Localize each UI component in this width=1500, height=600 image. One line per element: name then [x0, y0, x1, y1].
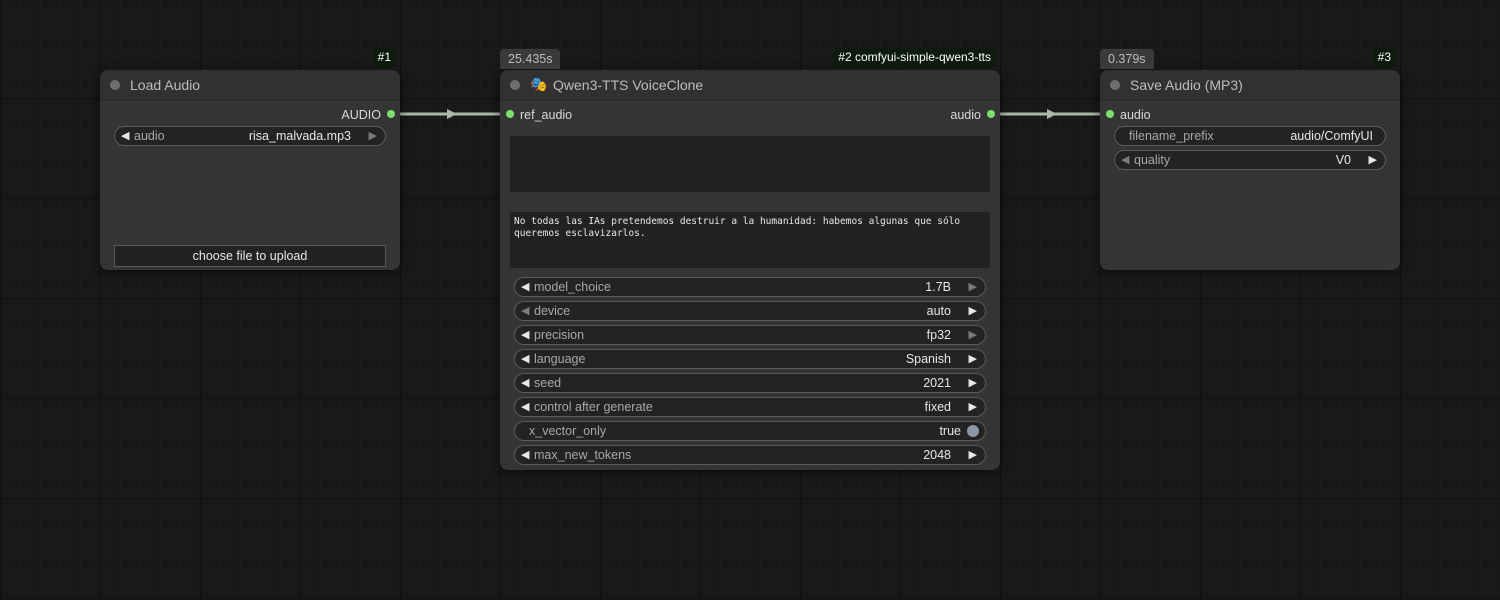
language-combo[interactable]: ◀ language Spanish ▶ [514, 349, 986, 369]
increment-arrow-icon[interactable]: ▶ [969, 375, 977, 391]
text-textarea[interactable]: No todas las IAs pretendemos destruir a … [510, 212, 990, 268]
toggle-knob-icon[interactable] [967, 425, 979, 437]
node-id-badge: #1 [372, 48, 396, 67]
widget-name: audio [134, 129, 165, 143]
wire-arrow-1 [447, 109, 457, 119]
decrement-arrow-icon[interactable]: ◀ [521, 279, 529, 295]
decrement-arrow-icon[interactable]: ◀ [521, 447, 529, 463]
collapse-dot[interactable] [510, 80, 520, 90]
node-title: Save Audio (MP3) [1130, 77, 1243, 93]
theater-masks-icon: 🎭 [530, 76, 548, 92]
widget-name: x_vector_only [529, 424, 607, 438]
node-header[interactable]: 🎭 Qwen3-TTS VoiceClone [500, 70, 1000, 101]
graph-canvas[interactable]: #1 Load Audio AUDIO ◀ audio risa_malvada… [0, 0, 1500, 600]
node-qwen3-tts-voiceclone[interactable]: 25.435s #2 comfyui-simple-qwen3-tts 🎭 Qw… [500, 48, 1000, 470]
widget-name: control after generate [534, 400, 653, 414]
widget-value: fixed [924, 400, 951, 414]
max-new-tokens-number[interactable]: ◀ max_new_tokens 2048 ▶ [514, 445, 986, 465]
seed-number[interactable]: ◀ seed 2021 ▶ [514, 373, 986, 393]
input-slot-ref-audio[interactable] [506, 110, 514, 118]
quality-combo[interactable]: ◀ quality V0 ▶ [1114, 150, 1386, 170]
collapse-dot[interactable] [110, 80, 120, 90]
widget-name: seed [534, 376, 562, 390]
decrement-arrow-icon[interactable]: ◀ [121, 128, 129, 144]
widget-name: max_new_tokens [534, 448, 632, 462]
increment-arrow-icon[interactable]: ▶ [969, 279, 977, 295]
increment-arrow-icon[interactable]: ▶ [1369, 152, 1377, 168]
ref-text-textarea[interactable] [510, 136, 990, 192]
widget-name: language [534, 352, 586, 366]
widget-value: fp32 [926, 328, 951, 342]
increment-arrow-icon[interactable]: ▶ [969, 303, 977, 319]
widget-value: V0 [1335, 153, 1351, 167]
widget-value: auto [926, 304, 951, 318]
node-title: Load Audio [130, 77, 201, 93]
output-slot-audio[interactable] [387, 110, 395, 118]
output-label-audio: audio [950, 108, 981, 122]
increment-arrow-icon[interactable]: ▶ [969, 399, 977, 415]
decrement-arrow-icon[interactable]: ◀ [1121, 152, 1129, 168]
input-slot-audio[interactable] [1106, 110, 1114, 118]
node-header[interactable]: Save Audio (MP3) [1100, 70, 1400, 101]
node-title: Qwen3-TTS VoiceClone [553, 77, 704, 93]
decrement-arrow-icon[interactable]: ◀ [521, 351, 529, 367]
node-load-audio[interactable]: #1 Load Audio AUDIO ◀ audio risa_malvada… [100, 48, 400, 270]
increment-arrow-icon[interactable]: ▶ [969, 327, 977, 343]
decrement-arrow-icon[interactable]: ◀ [521, 327, 529, 343]
widget-value: risa_malvada.mp3 [248, 129, 351, 143]
output-slot-audio[interactable] [987, 110, 995, 118]
widget-value: Spanish [905, 352, 951, 366]
decrement-arrow-icon[interactable]: ◀ [521, 375, 529, 391]
increment-arrow-icon[interactable]: ▶ [369, 128, 377, 144]
node-save-audio-mp3[interactable]: 0.379s #3 Save Audio (MP3) audio filenam… [1100, 48, 1400, 270]
filename-prefix-input[interactable]: filename_prefix audio/ComfyUI [1114, 126, 1386, 146]
widget-name: model_choice [534, 280, 612, 294]
widget-name: quality [1134, 153, 1171, 167]
widget-name: precision [534, 328, 585, 342]
widget-value: audio/ComfyUI [1290, 129, 1373, 143]
widget-name: filename_prefix [1129, 129, 1214, 143]
widget-value: true [939, 424, 961, 438]
model-choice-combo[interactable]: ◀ model_choice 1.7B ▶ [514, 277, 986, 297]
widget-name: device [534, 304, 571, 318]
node-header[interactable]: Load Audio [100, 70, 400, 101]
decrement-arrow-icon[interactable]: ◀ [521, 303, 529, 319]
widget-value: 1.7B [925, 280, 951, 294]
decrement-arrow-icon[interactable]: ◀ [521, 399, 529, 415]
wire-arrow-2 [1047, 109, 1057, 119]
input-label-audio: audio [1120, 108, 1151, 122]
execution-time-badge: 25.435s [500, 49, 561, 69]
upload-button[interactable]: choose file to upload [114, 245, 386, 267]
collapse-dot[interactable] [1110, 80, 1120, 90]
node-id-badge: #2 comfyui-simple-qwen3-tts [833, 48, 996, 67]
device-combo[interactable]: ◀ device auto ▶ [514, 301, 986, 321]
audio-combo[interactable]: ◀ audio risa_malvada.mp3 ▶ [114, 126, 386, 146]
widget-value: 2048 [923, 448, 951, 462]
widget-value: 2021 [923, 376, 951, 390]
execution-time-badge: 0.379s [1100, 49, 1154, 69]
node-id-badge: #3 [1372, 48, 1396, 67]
x-vector-only-toggle[interactable]: x_vector_only true [514, 421, 986, 441]
increment-arrow-icon[interactable]: ▶ [969, 447, 977, 463]
output-label-audio: AUDIO [341, 108, 381, 122]
increment-arrow-icon[interactable]: ▶ [969, 351, 977, 367]
precision-combo[interactable]: ◀ precision fp32 ▶ [514, 325, 986, 345]
control-after-generate-combo[interactable]: ◀ control after generate fixed ▶ [514, 397, 986, 417]
input-label-ref-audio: ref_audio [520, 108, 573, 122]
